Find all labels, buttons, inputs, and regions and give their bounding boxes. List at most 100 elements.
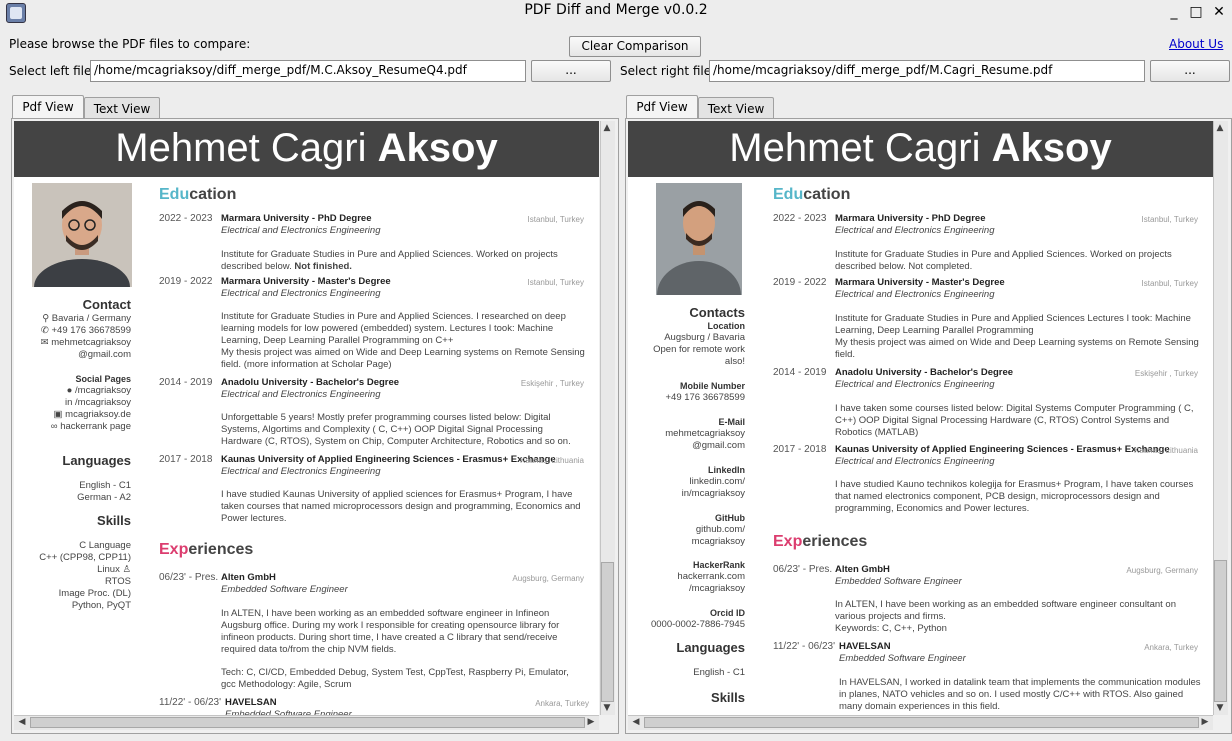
left-file-input[interactable]: /home/mcagriaksoy/diff_merge_pdf/M.C.Aks… <box>90 60 526 82</box>
left-name-last: Aksoy <box>377 126 498 170</box>
left-edu-field: Electrical and Electronics Engineering <box>221 225 381 236</box>
left-edu-field: Electrical and Electronics Engineering <box>221 389 381 400</box>
right-orcid-value: 0000-0002-7886-7945 <box>650 619 745 630</box>
left-exp-desc: Tech: C, CI/CD, Embedded Debug, System T… <box>221 667 569 690</box>
right-location-item: also! <box>724 356 745 367</box>
close-button[interactable]: ✕ <box>1211 4 1227 20</box>
right-horizontal-scroll-thumb[interactable] <box>644 717 1199 728</box>
left-browse-button[interactable]: ... <box>531 60 611 82</box>
left-file-label: Select left file: <box>9 64 96 78</box>
left-languages-title: Languages <box>62 453 131 468</box>
left-vertical-scroll-thumb[interactable] <box>601 562 614 702</box>
left-tab-pdf-view[interactable]: Pdf View <box>12 95 84 120</box>
right-scroll-left-arrow[interactable]: ◀ <box>629 715 643 729</box>
right-edu-title: Marmara University - Master's Degree <box>835 277 1005 288</box>
left-tab-text-view[interactable]: Text View <box>84 97 160 120</box>
maximize-button[interactable]: □ <box>1188 4 1204 20</box>
left-exp-years: 11/22' - 06/23' <box>159 697 222 708</box>
left-edu-desc: Institute for Graduate Studies in Pure a… <box>221 311 585 371</box>
map-pin-icon: ⚲ <box>42 313 50 324</box>
right-name-last: Aksoy <box>991 126 1112 170</box>
right-mobile-value: +49 176 36678599 <box>665 392 745 403</box>
right-exp-role: Embedded Software Engineer <box>835 576 962 587</box>
right-experience-highlight: Exp <box>773 533 803 550</box>
left-scroll-down-arrow[interactable]: ▼ <box>600 701 614 715</box>
left-edu-field: Electrical and Electronics Engineering <box>221 466 381 477</box>
about-us-link[interactable]: About Us <box>1169 37 1223 51</box>
left-edu-years: 2019 - 2022 <box>159 276 213 287</box>
left-edu-location: Eskişehir , Turkey <box>520 379 584 388</box>
right-edu-location: Eskişehir , Turkey <box>1134 369 1198 378</box>
right-hackerrank-list: hackerrank.com /mcagriaksoy <box>628 571 745 595</box>
right-scroll-right-arrow[interactable]: ▶ <box>1198 715 1212 729</box>
left-edu-desc-text: Institute for Graduate Studies in Pure a… <box>221 311 566 346</box>
left-horizontal-scroll-thumb[interactable] <box>30 717 585 728</box>
right-github-list: github.com/ mcagriaksoy <box>628 524 745 548</box>
right-edu-years: 2022 - 2023 <box>773 213 827 224</box>
hackerrank-line: ∞ hackerrank page <box>14 421 131 433</box>
right-edu-title: Marmara University - PhD Degree <box>835 213 986 224</box>
right-hackerrank-title: HackerRank <box>692 560 745 570</box>
right-linkedin-item: in/mcagriaksoy <box>681 488 745 499</box>
linkedin-icon: in <box>64 397 73 408</box>
clear-comparison-button[interactable]: Clear Comparison <box>569 36 701 57</box>
left-scroll-left-arrow[interactable]: ◀ <box>15 715 29 729</box>
left-edu-location: Istanbul, Turkey <box>527 215 584 224</box>
left-edu-title: Marmara University - PhD Degree <box>221 213 372 224</box>
github-icon: ● <box>66 385 73 396</box>
right-orcid-title: Orcid ID <box>709 608 745 618</box>
right-exp-years: 11/22' - 06/23' <box>773 641 836 652</box>
right-exp-desc-text: Keywords: C, C++, Python <box>835 623 947 634</box>
right-file-input[interactable]: /home/mcagriaksoy/diff_merge_pdf/M.Cagri… <box>709 60 1145 82</box>
left-social-linkedin[interactable]: /mcagriaksoy <box>75 397 131 408</box>
left-edu-desc-text: My thesis project was aimed on Wide and … <box>221 347 585 370</box>
left-social-github[interactable]: /mcagriaksoy <box>75 385 131 396</box>
rss-icon: ▣ <box>53 409 63 420</box>
minimize-button[interactable]: _ <box>1166 4 1182 20</box>
right-scroll-up-arrow[interactable]: ▲ <box>1213 121 1227 135</box>
left-education-heading: Education <box>159 186 236 204</box>
left-contact-location: Bavaria / Germany <box>51 313 131 324</box>
left-edu-location: Kaunas, Lithuania <box>519 456 584 465</box>
right-browse-button[interactable]: ... <box>1150 60 1230 82</box>
right-exp-desc-text: In ALTEN, I have been working as an embe… <box>835 599 1176 622</box>
left-edu-years: 2014 - 2019 <box>159 377 213 388</box>
right-file-label: Select right file: <box>620 64 716 78</box>
left-exp-title: HAVELSAN <box>225 697 277 708</box>
left-social-website[interactable]: mcagriaksoy.de <box>65 409 131 420</box>
right-tab-text-view[interactable]: Text View <box>698 97 774 120</box>
right-tab-pdf-view[interactable]: Pdf View <box>626 95 698 120</box>
left-social-hackerrank[interactable]: hackerrank page <box>60 421 131 432</box>
left-exp-years: 06/23' - Pres. <box>159 572 219 583</box>
left-exp-role: Embedded Software Engineer <box>221 584 348 595</box>
left-edu-years: 2022 - 2023 <box>159 213 213 224</box>
right-edu-years: 2019 - 2022 <box>773 277 827 288</box>
right-experience-rest: eriences <box>802 533 868 550</box>
right-pdf-viewer[interactable]: Mehmet Cagri Aksoy Contacts Location Aug… <box>628 121 1213 715</box>
left-edu-title: Anadolu University - Bachelor's Degree <box>221 377 400 388</box>
right-mobile-title: Mobile Number <box>679 381 745 391</box>
left-scroll-up-arrow[interactable]: ▲ <box>600 121 614 135</box>
left-contact-email-domain: @gmail.com <box>78 349 131 360</box>
left-edu-field: Electrical and Electronics Engineering <box>221 288 381 299</box>
left-pdf-viewer[interactable]: Mehmet Cagri Aksoy Contact ⚲ Bavaria / G… <box>14 121 599 715</box>
right-location-item: Augsburg / Bavaria <box>664 332 745 343</box>
right-education-highlight: Edu <box>773 186 804 203</box>
right-scroll-down-arrow[interactable]: ▼ <box>1213 701 1227 715</box>
linkedin-line: in /mcagriaksoy <box>14 397 131 409</box>
left-social-list: ● /mcagriaksoy in /mcagriaksoy ▣ mcagria… <box>14 385 131 433</box>
left-edu-desc: Unforgettable 5 years! Mostly prefer pro… <box>221 412 571 447</box>
right-github-item: github.com/ <box>695 524 745 535</box>
link-icon: ∞ <box>50 421 58 432</box>
right-edu-title: Anadolu University - Bachelor's Degree <box>835 367 1014 378</box>
left-edu-location: Istanbul, Turkey <box>527 278 584 287</box>
left-scroll-right-arrow[interactable]: ▶ <box>584 715 598 729</box>
left-name-first: Mehmet Cagri <box>115 126 367 170</box>
right-hackerrank-item: hackerrank.com <box>677 571 745 582</box>
right-vertical-scroll-thumb[interactable] <box>1214 560 1227 702</box>
right-email-title: E-Mail <box>718 417 745 427</box>
linux-icon: ♙ <box>122 564 131 575</box>
github-line: ● /mcagriaksoy <box>14 385 131 397</box>
left-skill-item: RTOS <box>104 576 131 587</box>
rss-line: ▣ mcagriaksoy.de <box>14 409 131 421</box>
